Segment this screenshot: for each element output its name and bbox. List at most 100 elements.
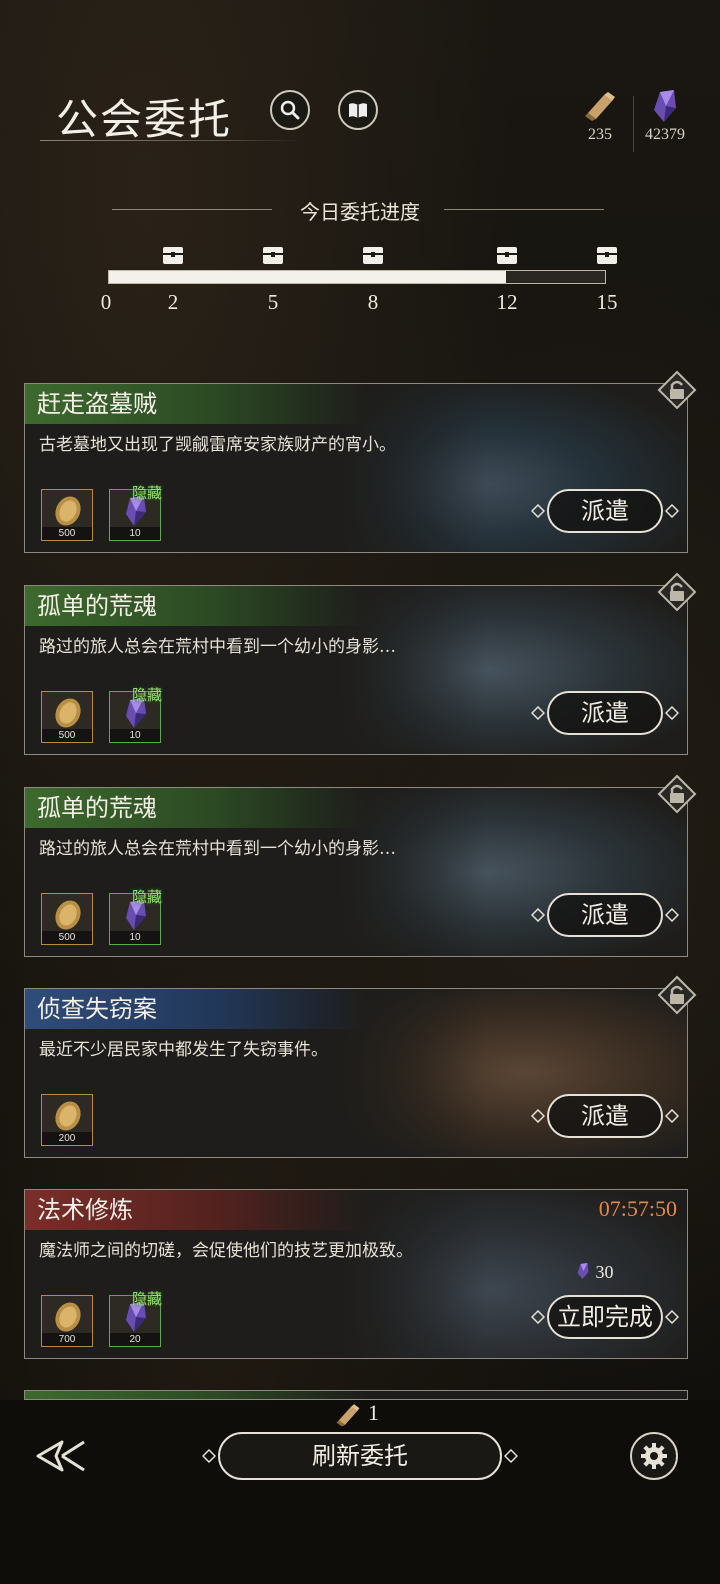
gold-coin-icon xyxy=(55,698,81,728)
ornament-icon xyxy=(664,1108,680,1124)
gold-coin-icon xyxy=(55,900,81,930)
quest-description: 最近不少居民家中都发生了失窃事件。 xyxy=(39,1040,328,1060)
reward-amount: 20 xyxy=(110,1333,160,1346)
title-underline xyxy=(40,140,300,141)
back-button[interactable] xyxy=(34,1434,90,1478)
refresh-ticket-icon xyxy=(334,1402,362,1432)
reward-item[interactable]: 10 隐藏 xyxy=(109,484,162,541)
quest-lock-button[interactable] xyxy=(657,572,697,612)
reward-item[interactable]: 700 xyxy=(41,1295,93,1347)
page-title: 公会委托 xyxy=(56,95,233,144)
lock-icon xyxy=(657,572,697,612)
ornament-icon xyxy=(530,705,546,721)
quest-title: 赶走盗墓贼 xyxy=(25,384,365,424)
hidden-reward-tag: 隐藏 xyxy=(131,484,162,502)
dispatch-button[interactable]: 派遣 xyxy=(525,691,685,735)
gold-coin-icon xyxy=(55,1302,81,1332)
refresh-label: 刷新委托 xyxy=(218,1432,502,1480)
quest-description: 路过的旅人总会在荒村中看到一个幼小的身影… xyxy=(39,637,396,657)
progress-fill xyxy=(109,271,506,283)
refresh-count: 1 xyxy=(368,1400,379,1425)
crystal-count: 42379 xyxy=(645,126,685,143)
hidden-reward-tag: 隐藏 xyxy=(131,888,162,906)
quest-description: 路过的旅人总会在荒村中看到一个幼小的身影… xyxy=(39,839,396,859)
ornament-icon xyxy=(530,1309,546,1325)
ornament-icon xyxy=(664,1309,680,1325)
quest-card[interactable]: 赶走盗墓贼 古老墓地又出现了觊觎雷席安家族财产的宵小。 500 10 隐藏 派遣 xyxy=(24,383,688,553)
dispatch-button[interactable]: 派遣 xyxy=(525,1094,685,1138)
scroll-resource: 235 xyxy=(576,86,624,144)
chest-icon xyxy=(163,247,183,264)
instant-cost: 30 xyxy=(575,1262,614,1283)
progress-title: 今日委托进度 xyxy=(300,200,420,224)
lock-icon xyxy=(657,975,697,1015)
ornament-icon xyxy=(530,1108,546,1124)
reward-amount: 700 xyxy=(42,1333,92,1346)
reward-item[interactable]: 500 xyxy=(41,893,93,945)
tick-label: 5 xyxy=(267,290,279,314)
settings-button[interactable] xyxy=(630,1432,678,1480)
reward-amount: 200 xyxy=(42,1132,92,1145)
reward-chest-12[interactable] xyxy=(496,244,518,266)
tick-label: 12 xyxy=(496,290,518,314)
quest-card[interactable]: 孤单的荒魂 路过的旅人总会在荒村中看到一个幼小的身影… 500 10 隐藏 派遣 xyxy=(24,585,688,755)
tick-label: 2 xyxy=(167,290,179,314)
quest-card[interactable]: 法术修炼 魔法师之间的切磋，会促使他们的技艺更加极致。 700 20 隐藏 07… xyxy=(24,1189,688,1359)
reward-amount: 10 xyxy=(110,931,160,944)
quest-card[interactable]: 侦查失窃案 最近不少居民家中都发生了失窃事件。 200 派遣 xyxy=(24,988,688,1158)
search-icon xyxy=(280,100,300,120)
crystal-icon xyxy=(577,1263,589,1279)
tick-label: 8 xyxy=(367,290,379,314)
hidden-reward-tag: 隐藏 xyxy=(131,1290,162,1308)
quest-lock-button[interactable] xyxy=(657,370,697,410)
reward-item[interactable]: 10 隐藏 xyxy=(109,888,162,945)
reward-chest-5[interactable] xyxy=(262,244,284,266)
reward-item[interactable]: 500 xyxy=(41,489,93,541)
quest-lock-button[interactable] xyxy=(657,774,697,814)
dispatch-button[interactable]: 派遣 xyxy=(525,489,685,533)
quest-description: 古老墓地又出现了觊觎雷席安家族财产的宵小。 xyxy=(39,435,396,455)
quest-title: 孤单的荒魂 xyxy=(25,586,365,626)
reward-chest-15[interactable] xyxy=(596,244,618,266)
back-arrow-icon xyxy=(36,1440,85,1472)
quest-lock-button[interactable] xyxy=(657,975,697,1015)
quest-card-peek xyxy=(24,1390,688,1400)
crystal-resource: 42379 xyxy=(638,86,692,144)
button-label: 派遣 xyxy=(547,893,663,937)
quest-title: 孤单的荒魂 xyxy=(25,788,365,828)
ornament-icon xyxy=(202,1449,216,1463)
quest-card[interactable]: 孤单的荒魂 路过的旅人总会在荒村中看到一个幼小的身影… 500 10 隐藏 派遣 xyxy=(24,787,688,957)
reward-amount: 500 xyxy=(42,527,92,540)
reward-item[interactable]: 20 隐藏 xyxy=(109,1290,162,1347)
chest-icon xyxy=(363,247,383,264)
reward-amount: 10 xyxy=(110,527,160,540)
button-label: 派遣 xyxy=(547,489,663,533)
tick-label: 0 xyxy=(100,290,112,314)
refresh-quests-button[interactable]: 刷新委托 xyxy=(200,1432,520,1480)
quest-title: 侦查失窃案 xyxy=(25,989,365,1029)
reward-item[interactable]: 500 xyxy=(41,691,93,743)
hidden-reward-tag: 隐藏 xyxy=(131,686,162,704)
gold-coin-icon xyxy=(55,1101,81,1131)
quest-description: 魔法师之间的切磋，会促使他们的技艺更加极致。 xyxy=(39,1241,413,1261)
ornament-icon xyxy=(664,503,680,519)
gear-icon xyxy=(641,1443,667,1469)
gold-coin-icon xyxy=(55,496,81,526)
button-label: 派遣 xyxy=(547,691,663,735)
ornament-icon xyxy=(530,907,546,923)
search-button[interactable] xyxy=(270,90,310,130)
progress-bar xyxy=(108,270,606,284)
button-label: 派遣 xyxy=(547,1094,663,1138)
reward-chest-2[interactable] xyxy=(162,244,184,266)
guide-book-button[interactable] xyxy=(338,90,378,130)
complete-now-button[interactable]: 立即完成 xyxy=(525,1295,685,1339)
reward-item[interactable]: 200 xyxy=(41,1094,93,1146)
book-icon xyxy=(349,103,367,118)
dispatch-button[interactable]: 派遣 xyxy=(525,893,685,937)
instant-cost-value: 30 xyxy=(595,1262,614,1282)
reward-chest-8[interactable] xyxy=(362,244,384,266)
reward-amount: 10 xyxy=(110,729,160,742)
lock-icon xyxy=(657,774,697,814)
ornament-icon xyxy=(504,1449,518,1463)
reward-item[interactable]: 10 隐藏 xyxy=(109,686,162,743)
